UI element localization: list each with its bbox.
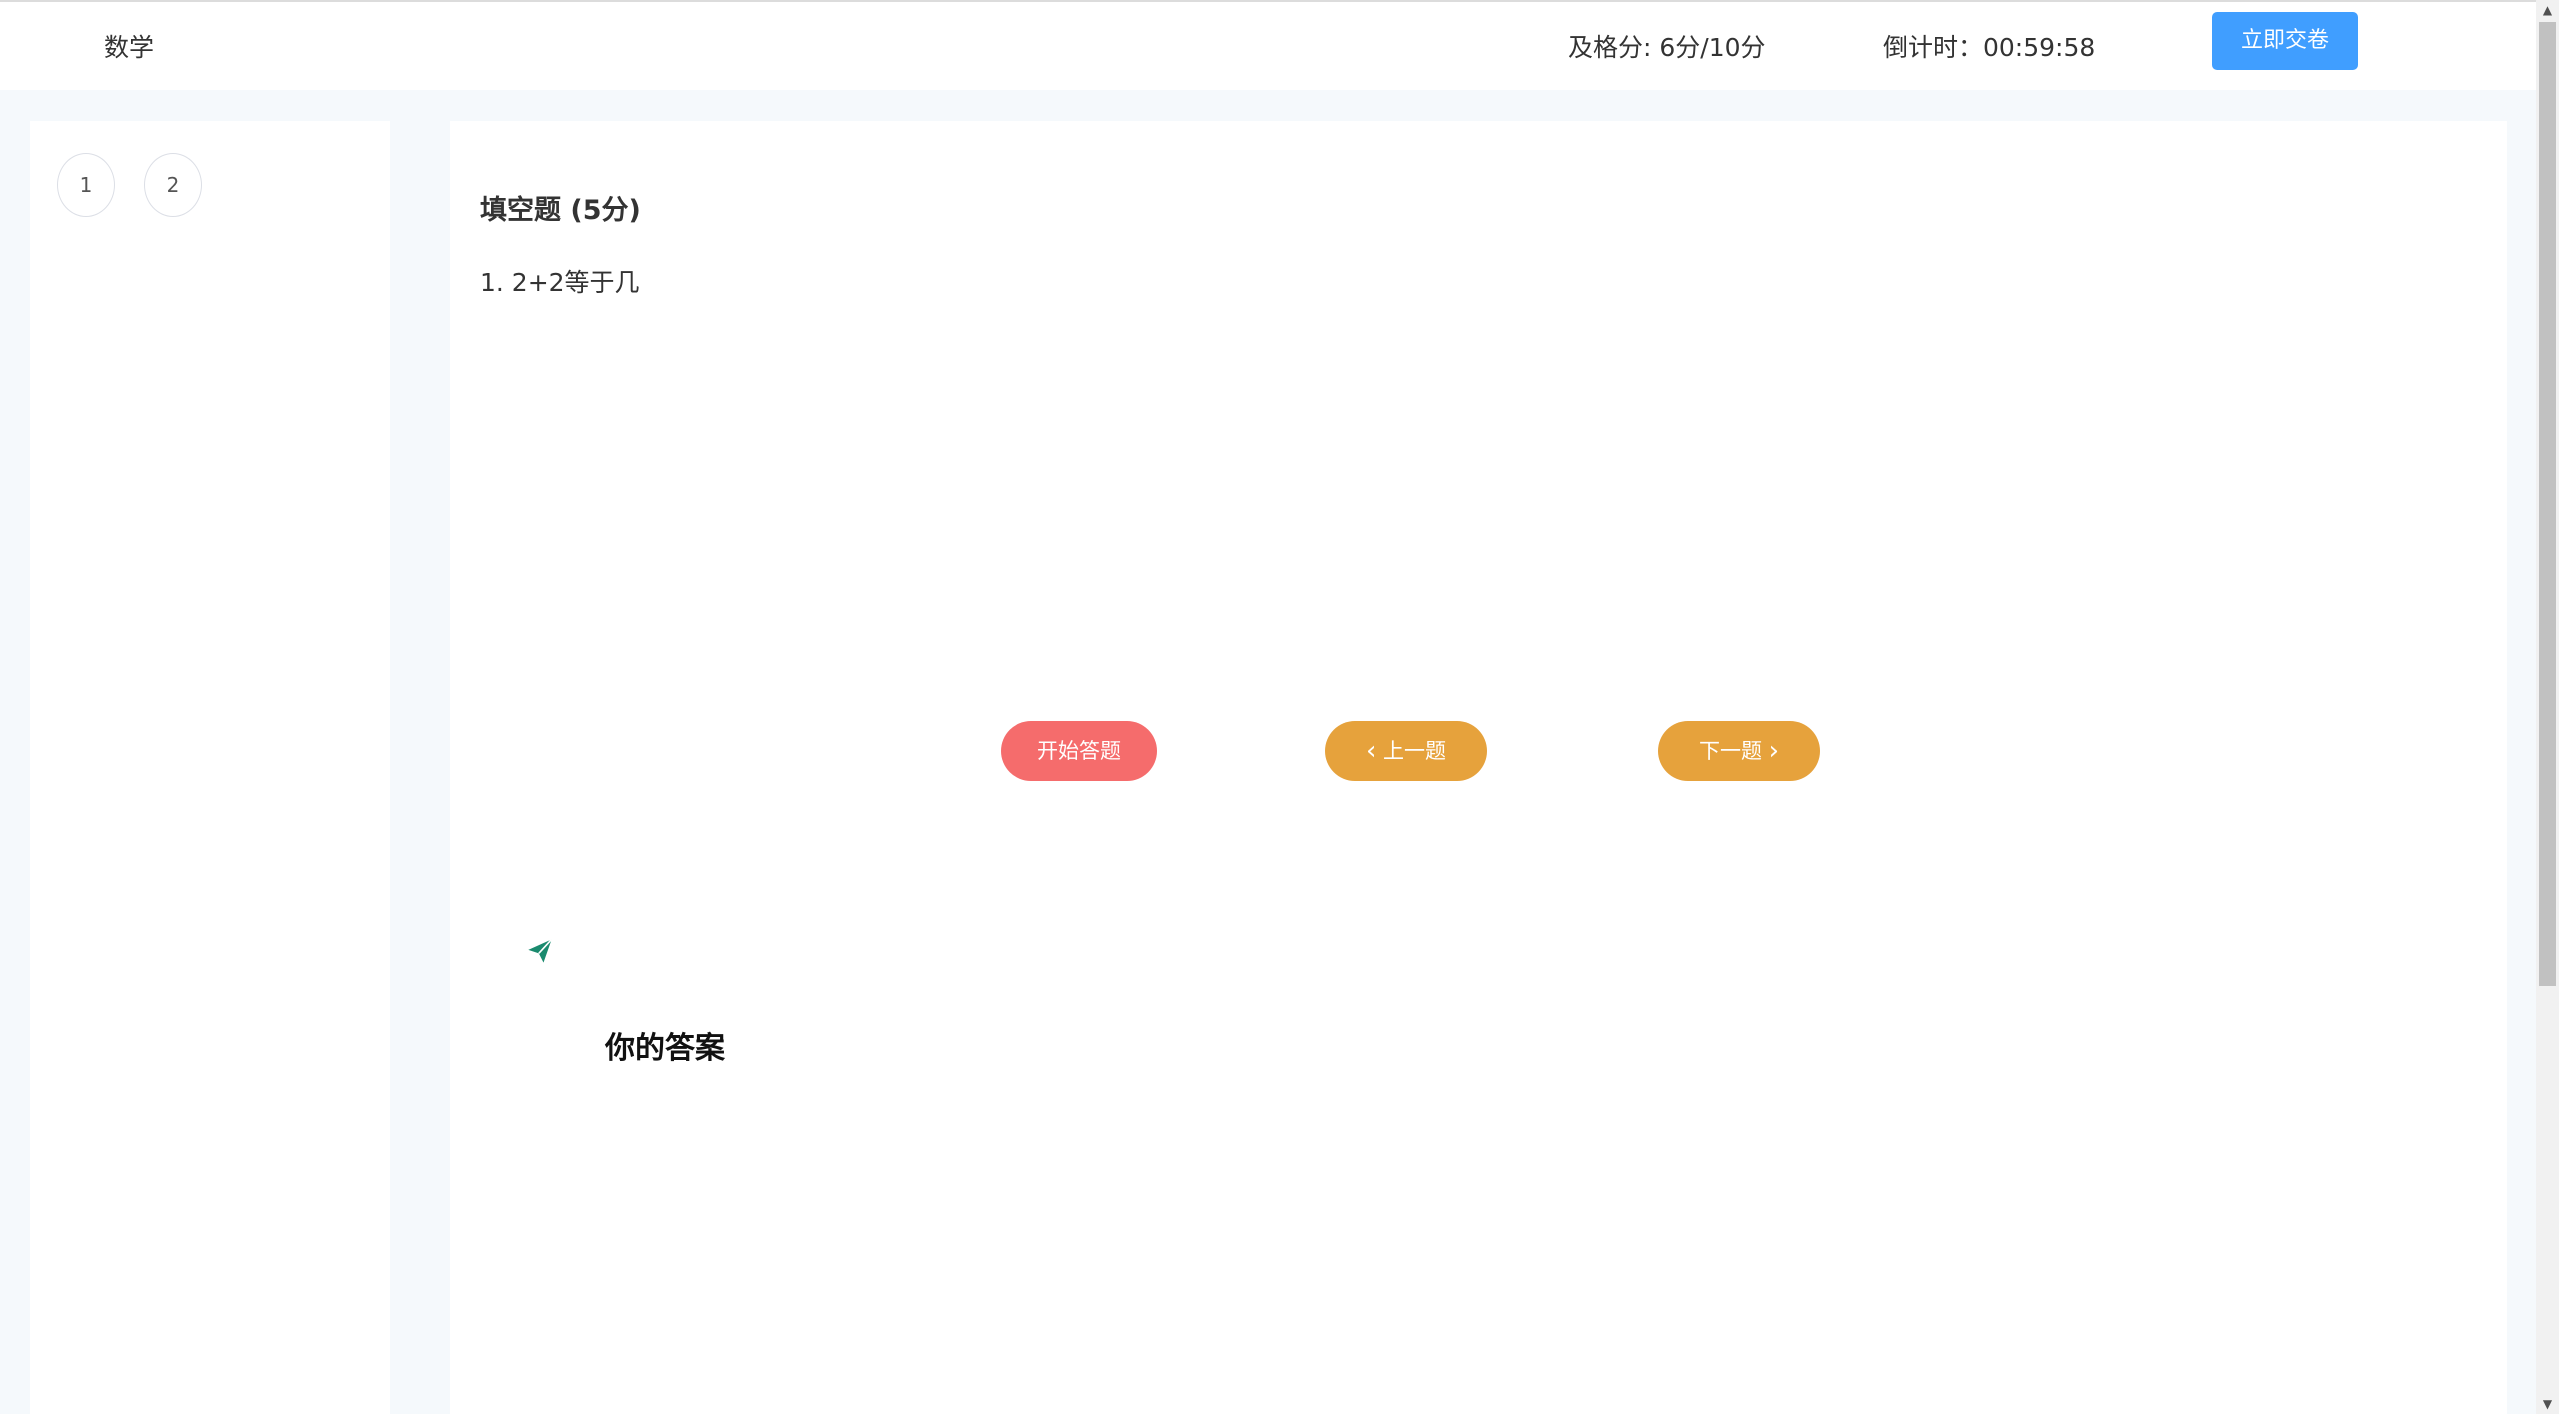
submit-exam-button[interactable]: 立即交卷 bbox=[2212, 12, 2358, 70]
answer-section-title: 你的答案 bbox=[605, 1031, 725, 1066]
next-question-button[interactable]: 下一题 › bbox=[1658, 721, 1820, 781]
question-nav-item-1[interactable]: 1 bbox=[57, 153, 115, 217]
question-text: 1. 2+2等于几 bbox=[480, 268, 640, 297]
start-answer-button[interactable]: 开始答题 bbox=[1001, 721, 1157, 781]
paper-plane-icon[interactable] bbox=[525, 937, 555, 965]
question-type-heading: 填空题 (5分) bbox=[480, 195, 641, 226]
previous-question-label: 上一题 bbox=[1383, 739, 1447, 763]
previous-question-button[interactable]: ‹ 上一题 bbox=[1325, 721, 1487, 781]
exam-app: 数学 及格分: 6分/10分 倒计时：00:59:58 立即交卷 1 2 填空题… bbox=[0, 0, 2559, 1414]
next-question-label: 下一题 bbox=[1698, 739, 1762, 763]
question-panel: 填空题 (5分) 1. 2+2等于几 开始答题 ‹ 上一题 下一题 › 你的答案 bbox=[450, 121, 2507, 1414]
scroll-up-arrow-icon[interactable]: ▲ bbox=[2536, 0, 2559, 20]
question-nav-item-2[interactable]: 2 bbox=[144, 153, 202, 217]
scroll-thumb[interactable] bbox=[2539, 22, 2556, 986]
page-scrollbar[interactable]: ▲ ▼ bbox=[2536, 0, 2559, 1414]
chevron-left-icon: ‹ bbox=[1365, 736, 1377, 766]
top-bar: 数学 及格分: 6分/10分 倒计时：00:59:58 立即交卷 bbox=[0, 0, 2536, 90]
countdown-timer: 倒计时：00:59:58 bbox=[1883, 33, 2096, 62]
start-answer-label: 开始答题 bbox=[1037, 739, 1121, 763]
pass-score: 及格分: 6分/10分 bbox=[1568, 33, 1766, 62]
scroll-down-arrow-icon[interactable]: ▼ bbox=[2536, 1394, 2559, 1414]
subject-title: 数学 bbox=[104, 33, 155, 62]
question-nav-panel: 1 2 bbox=[30, 121, 390, 1414]
chevron-right-icon: › bbox=[1768, 736, 1780, 766]
